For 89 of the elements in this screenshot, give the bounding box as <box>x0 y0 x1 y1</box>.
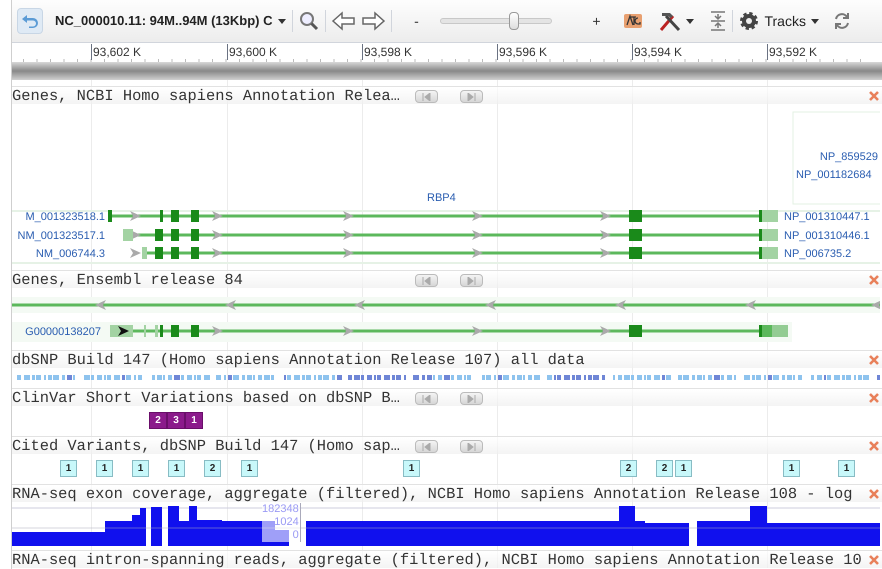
close-icon[interactable] <box>869 355 879 365</box>
transcript-label[interactable]: NM_006744.3 <box>36 248 105 260</box>
gene-name[interactable]: RBP4 <box>427 192 456 204</box>
skip-forward-icon <box>467 92 476 100</box>
sequence-icon[interactable] <box>622 12 644 30</box>
ruler-tick-label: 93,602 K <box>91 44 142 60</box>
transcript-drawing[interactable] <box>108 210 778 222</box>
skip-back-icon <box>422 442 431 450</box>
close-icon[interactable] <box>869 275 879 285</box>
variant-badge[interactable]: 2 <box>149 412 167 429</box>
scroll-right-button[interactable] <box>460 274 483 287</box>
refresh-icon[interactable] <box>832 11 851 31</box>
caret-icon[interactable] <box>686 18 694 24</box>
variant-badge[interactable]: 1 <box>783 460 800 477</box>
protein-label[interactable]: NP_001310446.1 <box>784 230 870 242</box>
search-icon[interactable] <box>299 11 320 31</box>
ruler-tick-label: 93,596 K <box>497 44 548 60</box>
scale-label: 0 <box>292 529 299 542</box>
close-icon[interactable] <box>869 441 879 451</box>
gear-icon <box>739 11 760 31</box>
ruler-tick-label: 93,592 K <box>767 44 818 60</box>
ruler-tick-label: 93,600 K <box>227 44 278 60</box>
ruler-tick-label: 93,598 K <box>362 44 412 60</box>
tracks-menu-button[interactable]: Tracks <box>739 10 819 32</box>
caret-icon[interactable] <box>278 18 286 24</box>
track-title: RNA-seq intron-spanning reads, aggregate (filtered), NCBI Homo sapiens Annotation Release 10 <box>12 550 862 568</box>
scroll-left-button[interactable] <box>415 440 438 453</box>
variant-badge[interactable]: 3 <box>167 412 185 429</box>
track-title: Cited Variants, dbSNP Build 147 (Homo sap… <box>12 436 400 454</box>
transcript-drawing[interactable] <box>110 325 788 337</box>
track-title: dbSNP Build 147 (Homo sapiens Annotation Release 107) all data <box>12 350 585 368</box>
close-icon[interactable] <box>869 555 879 565</box>
transcript-drawing[interactable] <box>123 229 778 241</box>
scroll-left-button[interactable] <box>415 274 438 287</box>
variant-badge[interactable]: 2 <box>204 460 221 477</box>
ruler-tick-label: 93,594 K <box>632 44 682 60</box>
zoom-in-button[interactable]: + <box>590 10 602 32</box>
tools-icon[interactable] <box>658 10 682 32</box>
scale-label: 1024 <box>274 516 299 529</box>
track-title: ClinVar Short Variations based on dbSNP B… <box>12 388 400 406</box>
variant-badge[interactable]: 1 <box>185 412 203 429</box>
protein-label[interactable]: NP_001310447.1 <box>784 211 870 223</box>
undo-arrow-icon <box>21 14 39 28</box>
slider-thumb[interactable] <box>509 12 520 30</box>
variant-badge[interactable]: 1 <box>241 460 258 477</box>
variant-badge[interactable]: 1 <box>96 460 113 477</box>
variant-badge[interactable]: 1 <box>675 460 692 477</box>
variant-badge[interactable]: 2 <box>620 460 637 477</box>
scroll-right-button[interactable] <box>460 440 483 453</box>
scroll-left-button[interactable] <box>415 90 438 103</box>
skip-forward-icon <box>467 442 476 450</box>
track-title: Genes, Ensembl release 84 <box>12 270 243 288</box>
caret-icon[interactable] <box>810 18 819 24</box>
variant-badge[interactable]: 1 <box>838 460 855 477</box>
track-title: Genes, NCBI Homo sapiens Annotation Relea… <box>12 86 400 104</box>
track-title: RNA-seq exon coverage, aggregate (filtered), NCBI Homo sapiens Annotation Release 108 - log <box>12 484 852 502</box>
location-dropdown[interactable]: NC_000010.11: 94M..94M (13Kbp) C <box>55 11 286 31</box>
arrow-left-icon[interactable] <box>332 11 356 31</box>
close-icon[interactable] <box>869 91 879 101</box>
transcript-drawing[interactable] <box>130 247 778 259</box>
zoom-out-button[interactable]: - <box>410 10 422 32</box>
skip-forward-icon <box>467 276 476 284</box>
skip-back-icon <box>422 394 431 402</box>
scale-label: 182348 <box>262 503 299 516</box>
collapse-icon[interactable] <box>710 11 726 31</box>
arrow-right-icon[interactable] <box>361 11 386 31</box>
close-icon[interactable] <box>869 489 879 499</box>
variant-badge[interactable]: 1 <box>403 460 420 477</box>
variant-badge[interactable]: 2 <box>656 460 673 477</box>
protein-label[interactable]: NP_001182684 <box>796 169 872 181</box>
transcript-label[interactable]: M_001323518.1 <box>25 211 105 223</box>
scroll-left-button[interactable] <box>415 392 438 405</box>
gene-strand-drawing[interactable] <box>12 300 880 310</box>
variant-badge[interactable]: 1 <box>132 460 149 477</box>
protein-label[interactable]: NP_006735.2 <box>784 248 852 260</box>
back-button[interactable] <box>17 8 43 34</box>
variant-badge[interactable]: 1 <box>60 460 77 477</box>
skip-back-icon <box>422 92 431 100</box>
variant-badge[interactable]: 1 <box>168 460 185 477</box>
skip-forward-icon <box>467 394 476 402</box>
transcript-label[interactable]: G00000138207 <box>25 326 101 338</box>
skip-back-icon <box>422 276 431 284</box>
variant-density-drawing[interactable] <box>17 375 880 380</box>
close-icon[interactable] <box>869 393 879 403</box>
zoom-slider[interactable] <box>440 12 552 30</box>
scroll-right-button[interactable] <box>460 392 483 405</box>
scroll-right-button[interactable] <box>460 90 483 103</box>
transcript-label[interactable]: NM_001323517.1 <box>18 230 105 242</box>
protein-label[interactable]: NP_859529 <box>820 151 878 163</box>
